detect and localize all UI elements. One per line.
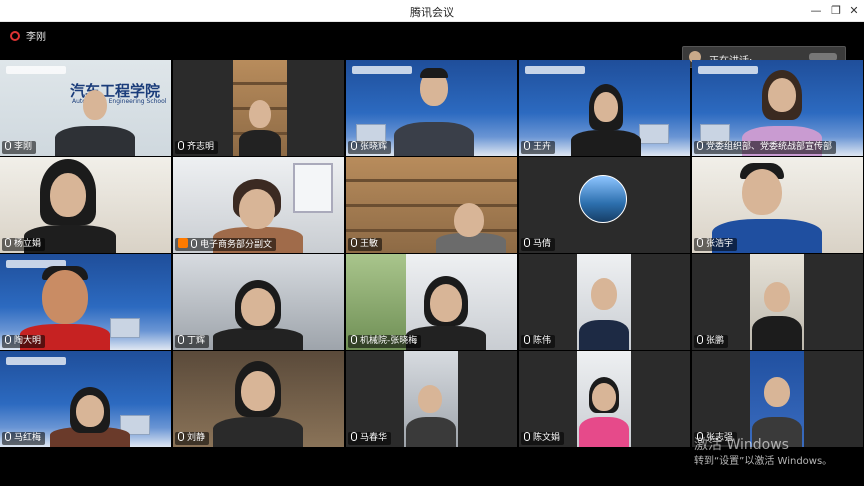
mic-icon — [524, 238, 530, 247]
video-tile[interactable]: 齐志明 — [173, 60, 344, 156]
mic-icon — [5, 141, 11, 150]
school-logo — [6, 357, 66, 365]
mic-icon — [5, 238, 11, 247]
building-graphic — [639, 124, 669, 144]
activation-watermark-subtext: 转到“设置”以激活 Windows。 — [694, 456, 833, 467]
video-tile[interactable]: 机械院-张晓梅 — [346, 254, 517, 350]
host-badge-icon — [178, 238, 188, 248]
participant-video — [577, 351, 631, 447]
mic-icon — [5, 335, 11, 344]
participant-video — [394, 64, 474, 156]
participant-video — [213, 280, 303, 350]
participant-nameplate: 陶大明 — [2, 335, 46, 348]
mic-icon — [524, 141, 530, 150]
close-button[interactable]: ✕ — [846, 3, 862, 19]
minimize-button[interactable]: — — [808, 3, 824, 19]
video-tile[interactable]: 丁辉 — [173, 254, 344, 350]
video-tile[interactable]: 张志强 — [692, 351, 863, 447]
participant-nameplate: 张浩宇 — [694, 238, 738, 251]
video-tile[interactable]: 陈文娟 — [519, 351, 690, 447]
video-tile[interactable]: 杨立娟 — [0, 157, 171, 253]
participant-video — [213, 361, 303, 447]
participant-nameplate: 丁辉 — [175, 335, 210, 348]
participant-video — [50, 387, 130, 447]
video-tile[interactable]: 党委组织部、党委统战部宣传部 — [692, 60, 863, 156]
participant-nameplate: 刘静 — [175, 432, 210, 445]
video-tile[interactable]: 汽车工程学院 Automotive Engineering School 李刚 — [0, 60, 171, 156]
video-tile[interactable]: 张晓辉 — [346, 60, 517, 156]
building-graphic — [110, 318, 140, 338]
video-tile[interactable]: 陶大明 — [0, 254, 171, 350]
video-tile[interactable]: 马春华 — [346, 351, 517, 447]
video-tile[interactable]: 张浩宇 — [692, 157, 863, 253]
mic-icon — [178, 141, 184, 150]
participant-nameplate: 王敏 — [348, 238, 383, 251]
participant-video — [55, 86, 135, 156]
school-logo — [525, 66, 585, 74]
participant-nameplate: 马春华 — [348, 432, 392, 445]
participant-nameplate: 陈文娟 — [521, 432, 565, 445]
participant-nameplate: 党委组织部、党委统战部宣传部 — [694, 141, 837, 154]
participant-nameplate: 电子商务部分副文 — [175, 238, 277, 251]
school-logo — [6, 66, 66, 74]
mic-icon — [351, 238, 357, 247]
recording-indicator: 李刚 — [10, 28, 46, 43]
participant-video — [750, 254, 804, 350]
host-label: 李刚 — [26, 32, 46, 43]
video-tile[interactable]: 张鹏 — [692, 254, 863, 350]
mic-icon — [191, 239, 197, 248]
participant-video — [750, 351, 804, 447]
title-bar: 腾讯会议 — ❐ ✕ — [0, 0, 864, 22]
video-tile[interactable]: 马红梅 — [0, 351, 171, 447]
participant-nameplate: 陈伟 — [521, 335, 556, 348]
record-icon — [10, 31, 20, 41]
mic-icon — [524, 335, 530, 344]
mic-icon — [178, 432, 184, 441]
mic-icon — [697, 335, 703, 344]
mic-icon — [5, 432, 11, 441]
participant-nameplate: 马倩 — [521, 238, 556, 251]
video-tile[interactable]: 电子商务部分副文 — [173, 157, 344, 253]
video-tile[interactable]: 马倩 — [519, 157, 690, 253]
video-tile[interactable]: 刘静 — [173, 351, 344, 447]
participant-video — [436, 203, 506, 253]
participant-video — [571, 84, 641, 156]
participant-video — [233, 60, 287, 156]
maximize-button[interactable]: ❐ — [828, 3, 844, 19]
mic-icon — [351, 141, 357, 150]
participant-nameplate: 杨立娟 — [2, 238, 46, 251]
mic-icon — [697, 238, 703, 247]
participant-video — [577, 254, 631, 350]
participant-nameplate: 李刚 — [2, 141, 37, 154]
participant-nameplate: 张鹏 — [694, 335, 729, 348]
video-tile[interactable]: 王敏 — [346, 157, 517, 253]
window-title: 腾讯会议 — [410, 6, 454, 19]
participant-nameplate: 机械院-张晓梅 — [348, 335, 422, 348]
participant-nameplate: 齐志明 — [175, 141, 219, 154]
activation-watermark: 激活 Windows — [694, 437, 789, 453]
mic-icon — [351, 335, 357, 344]
video-tile[interactable]: 王卉 — [519, 60, 690, 156]
mic-icon — [178, 335, 184, 344]
avatar — [579, 175, 627, 223]
participant-video — [404, 351, 458, 447]
participant-nameplate: 王卉 — [521, 141, 556, 154]
participant-nameplate: 马红梅 — [2, 432, 46, 445]
mic-icon — [697, 141, 703, 150]
participant-nameplate: 张晓辉 — [348, 141, 392, 154]
mic-icon — [524, 432, 530, 441]
video-tile[interactable]: 陈伟 — [519, 254, 690, 350]
mic-icon — [351, 432, 357, 441]
